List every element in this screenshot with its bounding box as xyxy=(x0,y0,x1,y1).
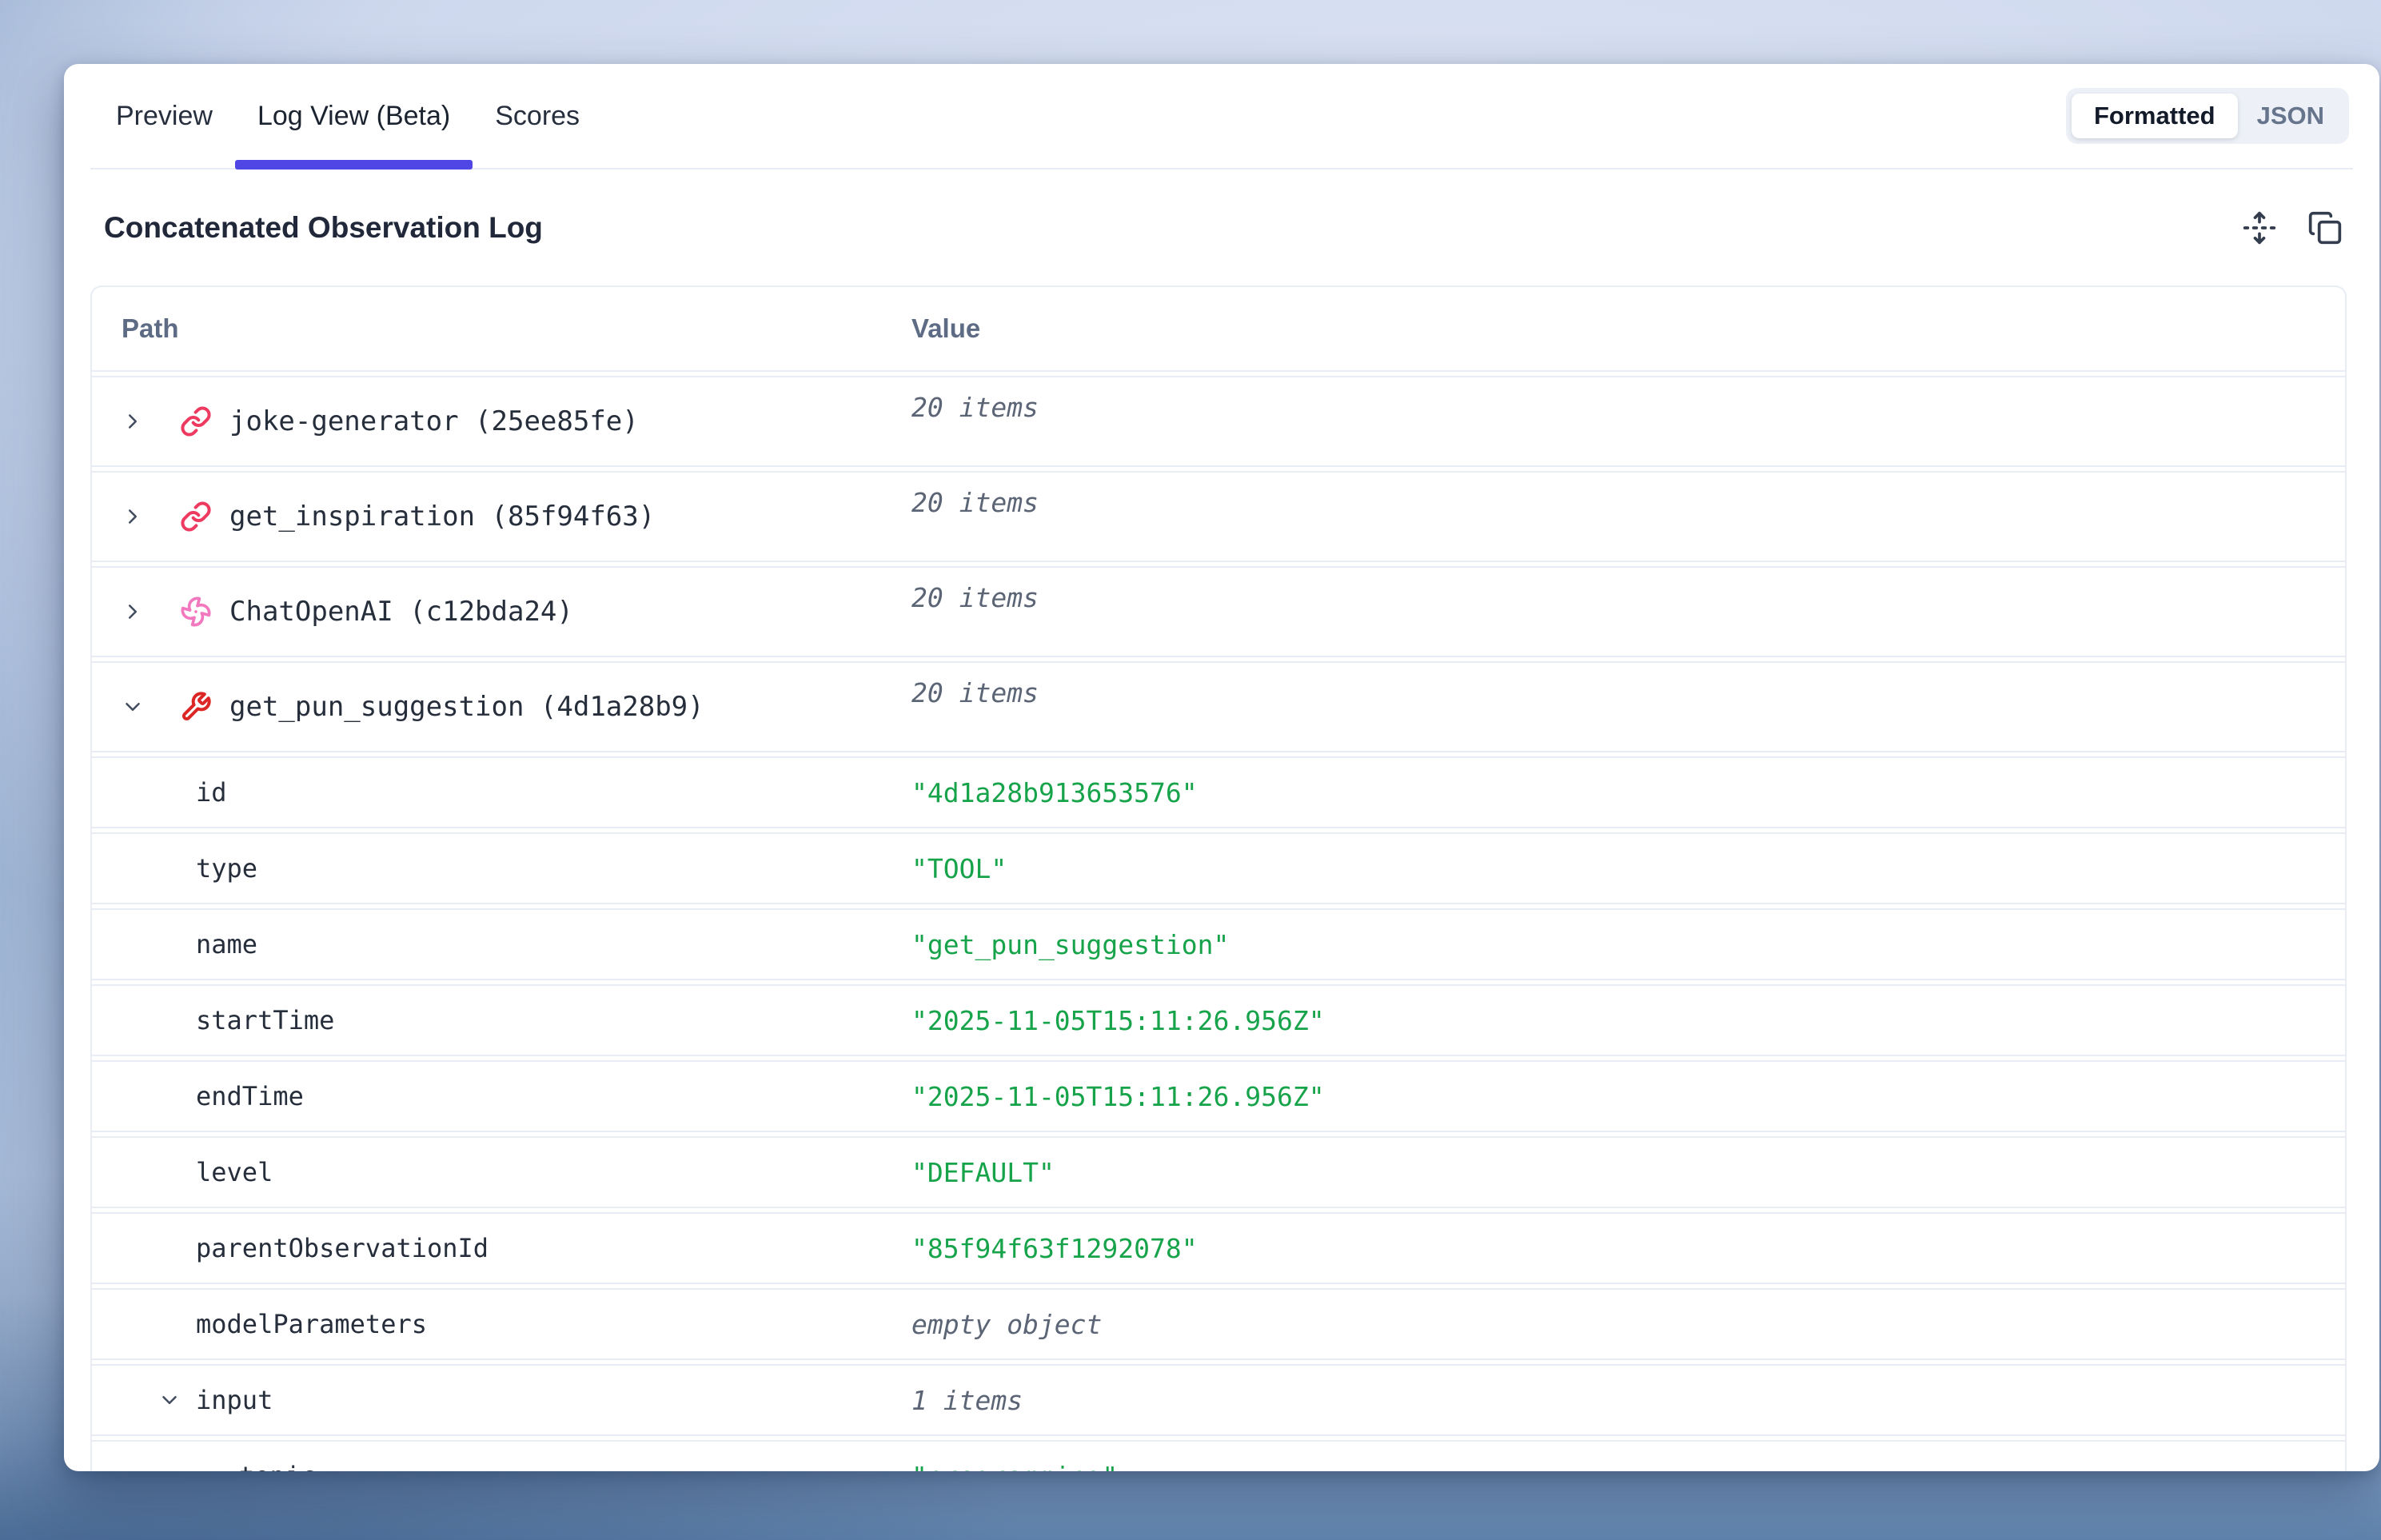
value-cell: 20 items xyxy=(911,473,2345,561)
value-cell: "DEFAULT" xyxy=(911,1157,2345,1188)
key-label: modelParameters xyxy=(196,1309,427,1339)
table-row[interactable]: input 1 items xyxy=(92,1364,2345,1434)
value-cell: "4d1a28b913653576" xyxy=(911,777,2345,808)
path-cell: modelParameters xyxy=(92,1309,911,1339)
table-row: name "get_pun_suggestion" xyxy=(92,908,2345,979)
node-label: get_inspiration (85f94f63) xyxy=(229,501,655,533)
table-header: Path Value xyxy=(92,287,2345,370)
link-icon xyxy=(180,501,212,533)
table-row[interactable]: get_pun_suggestion (4d1a28b9) 20 items xyxy=(92,661,2345,751)
copy-icon[interactable] xyxy=(2303,205,2347,250)
column-header-path: Path xyxy=(92,313,911,344)
table-row: id "4d1a28b913653576" xyxy=(92,756,2345,827)
value-cell: 20 items xyxy=(911,663,2345,751)
chevron-down-icon[interactable] xyxy=(158,1388,181,1412)
path-cell: startTime xyxy=(92,1005,911,1035)
table-row: topic "programming" xyxy=(92,1440,2345,1471)
observation-log-table: Path Value joke-generator (25ee85fe) 20 … xyxy=(90,285,2347,1471)
tabs: Preview Log View (Beta) Scores xyxy=(94,64,602,168)
format-toggle-formatted[interactable]: Formatted xyxy=(2072,94,2238,138)
chevron-right-icon[interactable] xyxy=(121,600,145,624)
value-cell: "get_pun_suggestion" xyxy=(911,929,2345,960)
node-label: joke-generator (25ee85fe) xyxy=(229,405,639,437)
table-row: type "TOOL" xyxy=(92,832,2345,903)
table-row[interactable]: joke-generator (25ee85fe) 20 items xyxy=(92,376,2345,465)
path-cell: endTime xyxy=(92,1081,911,1111)
table-row: level "DEFAULT" xyxy=(92,1136,2345,1207)
unfold-vertical-icon[interactable] xyxy=(2237,205,2282,250)
format-toggle-json[interactable]: JSON xyxy=(2238,94,2343,138)
tab-bar: Preview Log View (Beta) Scores Formatted… xyxy=(90,64,2353,170)
trace-detail-panel: Preview Log View (Beta) Scores Formatted… xyxy=(64,64,2379,1471)
key-label: input xyxy=(196,1385,273,1415)
value-cell: empty object xyxy=(911,1309,2345,1340)
value-cell: "85f94f63f1292078" xyxy=(911,1233,2345,1264)
key-label: id xyxy=(196,777,227,808)
table-row: endTime "2025-11-05T15:11:26.956Z" xyxy=(92,1060,2345,1131)
page-title: Concatenated Observation Log xyxy=(104,211,543,245)
desktop-wallpaper: { "colors": { "accent_indigo": "#4f46e5"… xyxy=(0,0,2381,1540)
path-cell: id xyxy=(92,777,911,808)
table-row: parentObservationId "85f94f63f1292078" xyxy=(92,1212,2345,1283)
key-label: topic xyxy=(239,1461,316,1471)
fan-icon xyxy=(180,596,212,628)
table-row[interactable]: get_inspiration (85f94f63) 20 items xyxy=(92,471,2345,561)
value-cell: "2025-11-05T15:11:26.956Z" xyxy=(911,1005,2345,1036)
key-label: startTime xyxy=(196,1005,334,1035)
table-row[interactable]: ChatOpenAI (c12bda24) 20 items xyxy=(92,566,2345,656)
path-cell: input xyxy=(92,1385,911,1415)
value-cell: "TOOL" xyxy=(911,853,2345,884)
value-cell: 20 items xyxy=(911,568,2345,656)
section-header: Concatenated Observation Log xyxy=(64,170,2379,285)
key-label: name xyxy=(196,929,257,960)
value-cell: "2025-11-05T15:11:26.956Z" xyxy=(911,1081,2345,1112)
key-label: endTime xyxy=(196,1081,304,1111)
node-label: ChatOpenAI (c12bda24) xyxy=(229,596,573,628)
value-cell: 1 items xyxy=(911,1385,2345,1416)
table-row: startTime "2025-11-05T15:11:26.956Z" xyxy=(92,984,2345,1055)
path-cell: joke-generator (25ee85fe) xyxy=(92,377,911,465)
chevron-right-icon[interactable] xyxy=(121,409,145,433)
path-cell: parentObservationId xyxy=(92,1233,911,1263)
path-cell: get_pun_suggestion (4d1a28b9) xyxy=(92,663,911,751)
tab-log-view-beta[interactable]: Log View (Beta) xyxy=(235,64,473,168)
key-label: level xyxy=(196,1157,273,1187)
key-label: parentObservationId xyxy=(196,1233,489,1263)
table-row: modelParameters empty object xyxy=(92,1288,2345,1358)
node-label: get_pun_suggestion (4d1a28b9) xyxy=(229,691,704,723)
tab-scores[interactable]: Scores xyxy=(473,64,602,168)
path-cell: topic xyxy=(92,1461,911,1471)
chevron-down-icon[interactable] xyxy=(121,695,145,719)
wrench-icon xyxy=(180,691,212,723)
link-icon xyxy=(180,405,212,437)
header-actions xyxy=(2237,205,2347,250)
path-cell: ChatOpenAI (c12bda24) xyxy=(92,568,911,656)
path-cell: get_inspiration (85f94f63) xyxy=(92,473,911,561)
value-cell: 20 items xyxy=(911,377,2345,465)
path-cell: type xyxy=(92,853,911,884)
path-cell: level xyxy=(92,1157,911,1187)
path-cell: name xyxy=(92,929,911,960)
chevron-right-icon[interactable] xyxy=(121,505,145,529)
format-toggle: Formatted JSON xyxy=(2066,88,2349,144)
tab-preview[interactable]: Preview xyxy=(94,64,235,168)
column-header-value: Value xyxy=(911,313,2345,344)
value-cell: "programming" xyxy=(911,1461,2345,1472)
key-label: type xyxy=(196,853,257,884)
